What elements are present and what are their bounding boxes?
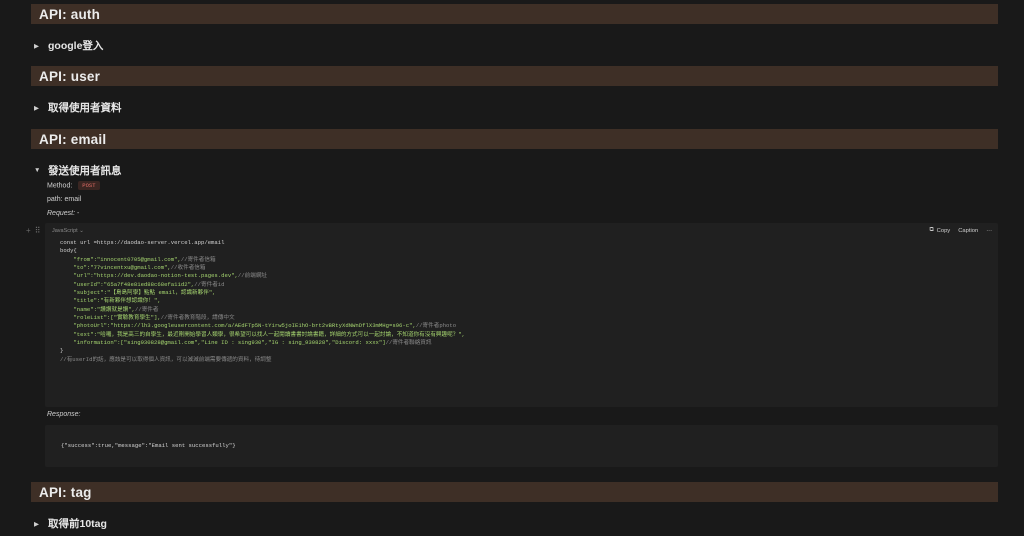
code-token: //寄件者id [194,280,225,288]
copy-label: Copy [936,227,951,234]
code-token: "roleList":["實驗教育學生"], [73,314,161,322]
code-line: "text":"哈囉，我是高三的自學生，最近剛開始學習人類學，很希望可以找人一起… [60,331,998,339]
code-line: "title":"有新夥伴想認識你！", [60,297,998,305]
code-token: //前端網址 [237,272,268,280]
toggle-label: google登入 [48,40,104,52]
code-token: "from":"innocent0705@gmail.com", [73,255,181,263]
code-content[interactable]: const url =https://daodao-server.vercel.… [45,239,998,364]
code-token: //收件者信箱 [170,264,206,272]
response-code[interactable]: {"success":true,"message":"Email sent su… [61,442,236,449]
toggle-send-message[interactable]: ▼ 發送使用者訊息 [34,163,122,178]
method-badge: POST [78,181,100,190]
code-token: } [60,347,64,355]
response-row: Response: [47,411,80,418]
code-line: "from":"innocent0705@gmail.com",//寄件者信箱 [60,256,998,264]
code-line: "url":"https://dev.daodao-notion-test.pa… [60,272,998,280]
code-line: "photoUrl":"https://lh3.googleuserconten… [60,322,998,330]
code-token: "to":"77vincentxu@gmail.com", [73,264,171,272]
request-suffix: - [75,210,80,217]
code-line: body{ [60,247,998,255]
code-token: "information":["sing930828@gmail.com","L… [73,339,386,347]
code-token: //寄件者信箱 [180,255,216,263]
code-token: "text":"哈囉，我是高三的自學生，最近剛開始學習人類學，很希望可以找人一起… [73,330,466,338]
code-token: body{ [60,247,77,255]
heading-text: API: tag [39,484,92,500]
section-heading-tag: API: tag [31,482,998,502]
request-label: Request: [47,210,76,217]
drag-handle-icon[interactable]: ⠿ [35,226,41,235]
code-block[interactable]: JavaScript ⌄ ⧉ Copy Caption ··· const url… [45,223,998,407]
triangle-right-icon[interactable]: ▶ [34,42,40,50]
code-line: "subject":"【島島阿學】點點 email，認識新夥伴", [60,289,998,297]
copy-icon: ⧉ [929,227,934,233]
code-line: "name":"讚讚就是讚",//寄件者 [60,306,998,314]
code-toolbar: JavaScript ⌄ ⧉ Copy Caption ··· [45,223,998,239]
triangle-down-icon[interactable]: ▼ [34,167,40,174]
triangle-right-icon[interactable]: ▶ [34,520,40,528]
copy-button[interactable]: ⧉ Copy [930,227,951,234]
code-token: //寄件者教育階段，請傳中文 [160,314,235,322]
code-line: "information":["sing930828@gmail.com","L… [60,339,998,347]
section-heading-email: API: email [31,129,998,149]
code-line: //有userId的話，應該是可以取得個人資訊，可以減減前端需要傳遞的資料，待調… [60,356,998,364]
code-token: "title":"有新夥伴想認識你！", [73,297,161,305]
toggle-google-login[interactable]: ▶ google登入 [34,38,103,53]
section-heading-auth: API: auth [31,4,998,24]
code-token: //寄件者photo [415,322,457,330]
path-row: path: email [47,196,82,203]
plus-icon[interactable]: + [26,226,31,235]
heading-text: API: user [39,68,101,84]
more-icon[interactable]: ··· [986,228,992,234]
response-label: Response: [47,411,81,418]
code-line: } [60,347,998,355]
toggle-get-user[interactable]: ▶ 取得使用者資料 [34,100,122,115]
code-token: const url =https://daodao-server.vercel.… [60,239,225,246]
section-heading-user: API: user [31,66,998,86]
method-row: Method: POST [47,181,100,190]
code-token: //寄件者聯絡資訊 [385,339,432,347]
toggle-label: 取得前10tag [48,518,107,530]
caption-button[interactable]: Caption [958,228,978,234]
code-token: "photoUrl":"https://lh3.googleuserconten… [73,322,416,330]
toggle-label: 取得使用者資料 [48,102,122,114]
toggle-top10-tag[interactable]: ▶ 取得前10tag [34,516,107,531]
toggle-label: 發送使用者訊息 [48,165,122,177]
code-token: "url":"https://dev.daodao-notion-test.pa… [73,272,238,280]
method-label: Method: [47,182,73,190]
chevron-down-icon: ⌄ [79,228,84,234]
code-token: "name":"讚讚就是讚", [73,305,135,313]
code-token: //寄件者 [134,305,159,313]
triangle-right-icon[interactable]: ▶ [34,104,40,112]
heading-text: API: email [39,131,107,147]
code-line: "userId":"65a7f48e81ed88c68efa11d2",//寄件… [60,281,998,289]
code-token: //有userId的話，應該是可以取得個人資訊，可以減減前端需要傳遞的資料，待調… [60,355,272,363]
code-token: "userId":"65a7f48e81ed88c68efa11d2", [73,280,195,288]
heading-text: API: auth [39,6,101,22]
code-actions: ⧉ Copy Caption ··· [930,227,992,234]
language-selector[interactable]: JavaScript ⌄ [52,228,84,234]
language-label: JavaScript [52,228,78,234]
response-code-block[interactable]: {"success":true,"message":"Email sent su… [45,425,998,467]
request-row: Request: - [47,210,79,217]
code-line: const url =https://daodao-server.vercel.… [60,239,998,247]
block-handles: + ⠿ [26,226,41,235]
code-token: "subject":"【島島阿學】點點 email，認識新夥伴", [73,289,216,297]
